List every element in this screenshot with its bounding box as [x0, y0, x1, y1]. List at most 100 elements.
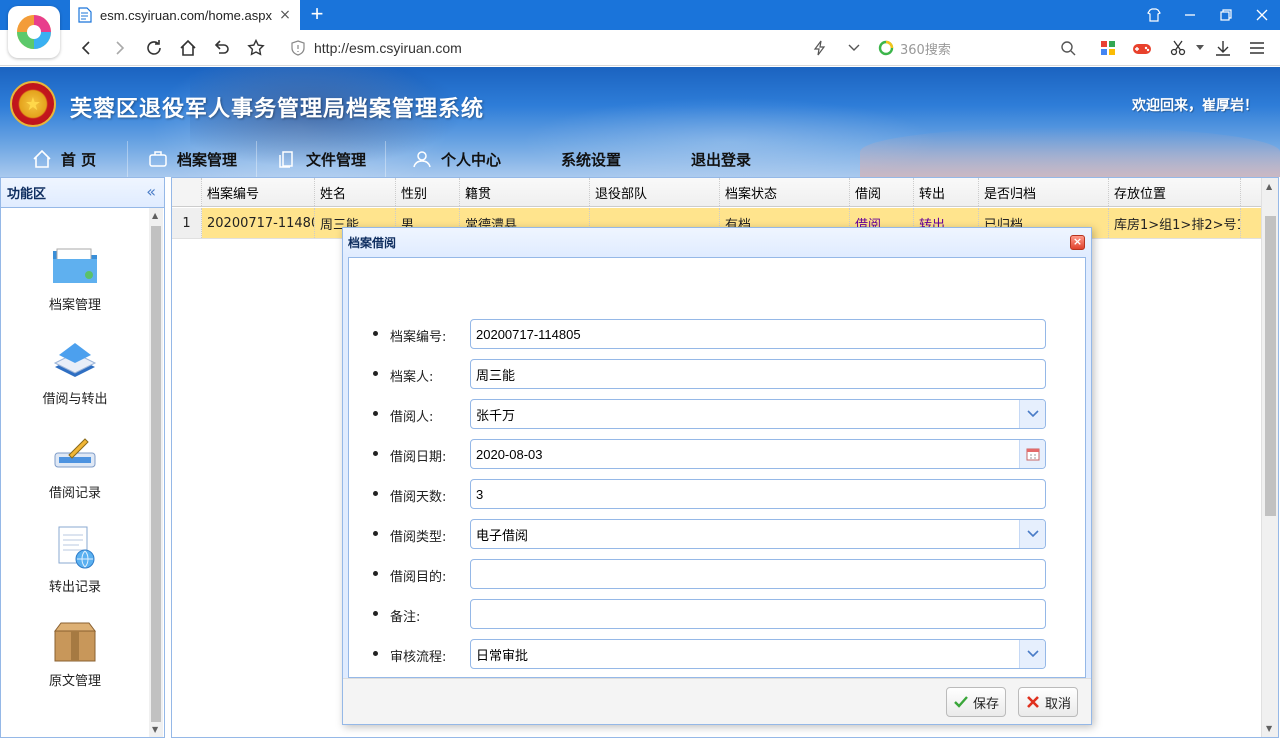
borrow-type-select[interactable]: 电子借阅	[470, 519, 1046, 549]
scroll-down-icon[interactable]: ▼	[152, 725, 158, 734]
tab-close-icon[interactable]: ×	[278, 7, 292, 23]
menu-home[interactable]: 首 页	[0, 141, 128, 177]
scroll-up-icon[interactable]: ▲	[1266, 182, 1272, 191]
sidebar-label-original: 原文管理	[48, 674, 101, 689]
scissors-icon[interactable]	[1166, 36, 1190, 60]
download-icon[interactable]	[1211, 36, 1235, 60]
minimize-icon[interactable]	[1172, 0, 1208, 30]
close-window-icon[interactable]	[1244, 0, 1280, 30]
save-button[interactable]: 保存	[946, 687, 1007, 717]
dialog-footer: 保存 取消	[343, 678, 1091, 724]
grid-header-cell[interactable]: 籍贯	[460, 178, 590, 206]
function-panel-title: 功能区	[7, 187, 47, 202]
dialog-header: 档案借阅	[343, 228, 1091, 256]
chevron-down-icon[interactable]	[842, 36, 866, 60]
grid-header-cell[interactable]: 姓名	[315, 178, 396, 206]
reload-icon[interactable]	[142, 36, 166, 60]
undo-icon[interactable]	[210, 36, 234, 60]
approval-flow-select[interactable]: 日常审批	[470, 639, 1046, 669]
scroll-down-icon[interactable]: ▼	[1266, 724, 1272, 733]
menu-home-label: 首 页	[60, 150, 97, 169]
save-label: 保存	[973, 696, 1000, 712]
function-panel-header: 功能区	[1, 178, 164, 208]
archive-number-field[interactable]: 20200717-114805	[470, 319, 1046, 349]
menu-system-settings[interactable]: 系统设置	[526, 141, 656, 177]
browser-tab-bar: esm.csyiruan.com/home.aspx × +	[0, 0, 1280, 30]
document-globe-icon	[51, 526, 99, 570]
sidebar-scrollbar[interactable]: ▲ ▼	[149, 208, 163, 737]
sidebar-label-archive: 档案管理	[48, 298, 101, 313]
form-row-borrow-date: 借阅日期: 2020-08-03	[349, 439, 1087, 469]
browser-tab[interactable]: esm.csyiruan.com/home.aspx ×	[70, 0, 300, 30]
page-icon	[78, 7, 92, 23]
grid-header-cell[interactable]: 档案状态	[720, 178, 850, 206]
folder-icon	[51, 244, 99, 288]
lightning-icon[interactable]	[808, 36, 832, 60]
archive-person-field[interactable]: 周三能	[470, 359, 1046, 389]
search-placeholder: 360搜索	[900, 42, 951, 58]
grid-scroll-thumb[interactable]	[1265, 216, 1276, 516]
star-icon[interactable]	[244, 36, 268, 60]
menu-icon[interactable]	[1245, 36, 1269, 60]
address-bar[interactable]: http://esm.csyiruan.com	[290, 36, 870, 60]
sidebar-scroll-thumb[interactable]	[151, 226, 161, 722]
field-label: 备注:	[390, 610, 421, 625]
grid-header-cell[interactable]: 档案编号	[202, 178, 315, 206]
grid-header-cell[interactable]: 存放位置	[1109, 178, 1241, 206]
restore-icon[interactable]	[1208, 0, 1244, 30]
chevron-down-icon[interactable]	[1019, 400, 1045, 428]
back-icon[interactable]	[74, 36, 98, 60]
sidebar-label-borrow: 借阅与转出	[42, 392, 108, 407]
menu-personal-center[interactable]: 个人中心	[386, 141, 526, 177]
home-browser-icon[interactable]	[176, 36, 200, 60]
grid-scrollbar[interactable]: ▲ ▼	[1261, 178, 1278, 737]
sidebar-item-transfer-records[interactable]: 转出记录	[1, 526, 149, 616]
checkmark-icon	[953, 694, 969, 710]
menu-file-management[interactable]: 文件管理	[257, 141, 386, 177]
field-label: 借阅目的:	[390, 570, 447, 585]
browser-toolbar: http://esm.csyiruan.com 360搜索	[0, 30, 1280, 66]
menu-archive-management[interactable]: 档案管理	[128, 141, 257, 177]
magnifier-icon[interactable]	[1056, 36, 1080, 60]
sidebar-item-borrow-transfer[interactable]: 借阅与转出	[1, 338, 149, 428]
menu-logout[interactable]: 退出登录	[656, 141, 786, 177]
dialog-close-icon[interactable]: ×	[1070, 235, 1085, 250]
browser-logo-icon	[8, 6, 60, 58]
borrower-select[interactable]: 张千万	[470, 399, 1046, 429]
forward-icon[interactable]	[108, 36, 132, 60]
form-row-remark: 备注:	[349, 599, 1087, 629]
collapse-icon[interactable]: «	[146, 184, 156, 200]
chevron-down-icon[interactable]	[1019, 520, 1045, 548]
borrow-purpose-field[interactable]	[470, 559, 1046, 589]
edit-tray-icon	[51, 432, 99, 476]
search-input[interactable]: 360搜索	[878, 36, 1078, 60]
briefcase-icon	[147, 148, 169, 170]
scroll-up-icon[interactable]: ▲	[152, 211, 158, 220]
tab-title: esm.csyiruan.com/home.aspx	[100, 7, 272, 23]
borrow-date-field[interactable]: 2020-08-03	[470, 439, 1046, 469]
scissors-menu-icon[interactable]	[1188, 36, 1212, 60]
national-emblem-icon: ★	[10, 81, 56, 127]
new-tab-button[interactable]: +	[306, 3, 328, 25]
apps-grid-icon[interactable]	[1096, 36, 1120, 60]
sidebar-item-original-management[interactable]: 原文管理	[1, 620, 149, 710]
grid-header-cell[interactable]: 借阅	[850, 178, 914, 206]
grid-header-cell[interactable]: 转出	[914, 178, 979, 206]
form-row-borrower: 借阅人: 张千万	[349, 399, 1087, 429]
url-text: http://esm.csyiruan.com	[314, 40, 462, 56]
cancel-button[interactable]: 取消	[1018, 687, 1079, 717]
sidebar-item-borrow-records[interactable]: 借阅记录	[1, 432, 149, 522]
row-number: 1	[172, 208, 202, 238]
menu-settings-label: 系统设置	[560, 150, 621, 169]
skin-icon[interactable]	[1136, 0, 1172, 30]
calendar-icon[interactable]	[1019, 440, 1045, 468]
sidebar-item-archive-management[interactable]: 档案管理	[1, 244, 149, 334]
grid-header-rownum	[172, 178, 202, 206]
game-icon[interactable]	[1130, 36, 1154, 60]
grid-header-cell[interactable]: 是否归档	[979, 178, 1109, 206]
remark-field[interactable]	[470, 599, 1046, 629]
chevron-down-icon[interactable]	[1019, 640, 1045, 668]
borrow-days-field[interactable]: 3	[470, 479, 1046, 509]
grid-header-cell[interactable]: 退役部队	[590, 178, 720, 206]
grid-header-cell[interactable]: 性别	[396, 178, 460, 206]
